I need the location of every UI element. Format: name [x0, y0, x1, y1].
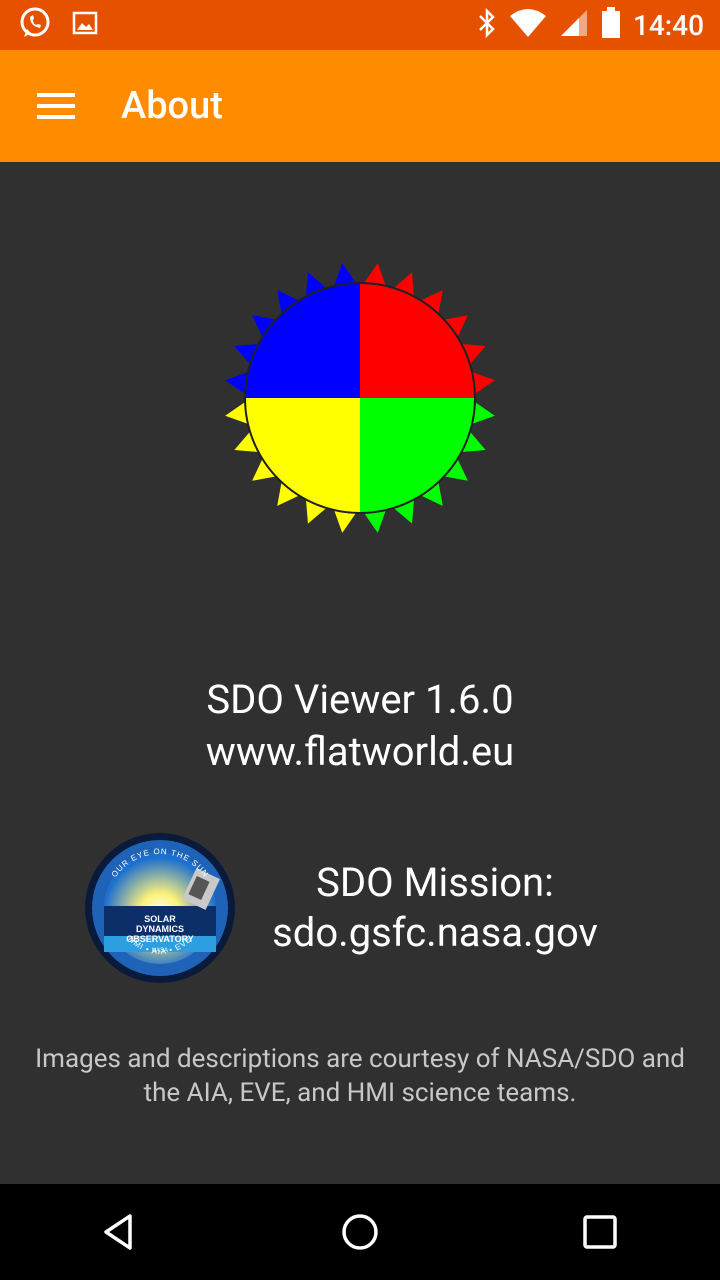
hamburger-menu-icon [37, 93, 75, 119]
home-button[interactable] [320, 1192, 400, 1272]
sdo-logo-line-2: DYNAMICS [136, 924, 184, 934]
mission-label: SDO Mission: [316, 859, 554, 906]
sdo-logo-line-1: SOLAR [144, 914, 176, 924]
back-icon [104, 1214, 132, 1250]
status-time: 14:40 [632, 8, 704, 42]
app-version: SDO Viewer 1.6.0 [206, 676, 514, 723]
app-bar: About [0, 50, 720, 162]
image-icon [72, 10, 98, 40]
about-content: SDO Viewer 1.6.0 www.flatworld.eu OUR EY… [0, 162, 720, 1184]
battery-icon [601, 7, 621, 43]
whatsapp-icon [18, 6, 52, 44]
home-icon [342, 1214, 378, 1250]
wifi-icon [509, 8, 547, 42]
menu-button[interactable] [28, 78, 84, 134]
sdo-mission-logo: OUR EYE ON THE SUN SOLAR DYNAMICS OBSERV… [85, 833, 235, 983]
bluetooth-icon [477, 7, 497, 42]
page-title: About [121, 84, 223, 128]
credits-text: Images and descriptions are courtesy of … [35, 1044, 685, 1108]
mission-link[interactable]: sdo.gsfc.nasa.gov [240, 908, 630, 958]
website-link[interactable]: www.flatworld.eu [0, 726, 720, 778]
status-bar: 14:40 [0, 0, 720, 50]
back-button[interactable] [80, 1192, 160, 1272]
sdo-viewer-app-logo [225, 263, 495, 533]
navigation-bar [0, 1184, 720, 1280]
cell-signal-icon [559, 8, 589, 42]
recents-icon [583, 1215, 617, 1249]
recents-button[interactable] [560, 1192, 640, 1272]
